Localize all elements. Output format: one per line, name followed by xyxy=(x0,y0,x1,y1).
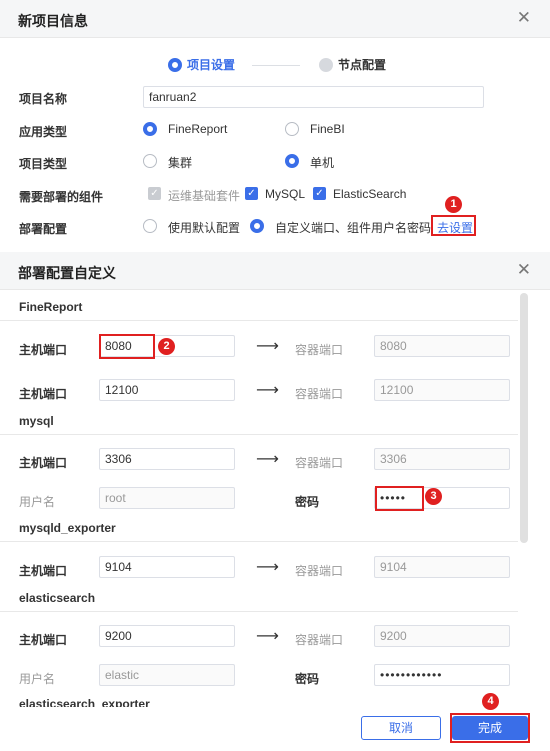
arrow-right-icon: ⟶ xyxy=(256,382,279,399)
scrollbar[interactable] xyxy=(520,293,528,543)
close-icon[interactable]: ✕ xyxy=(517,261,531,279)
deploy-dialog-title: 部署配置自定义 xyxy=(18,265,116,281)
finereport-host-port-2-input[interactable]: 12100 xyxy=(99,379,235,401)
elasticsearch-password-input[interactable]: •••••••••••• xyxy=(374,664,510,686)
section-title-mysql: mysql xyxy=(19,414,54,428)
annotation-badge-2: 2 xyxy=(158,338,175,355)
checkbox-elasticsearch-label: ElasticSearch xyxy=(333,187,407,201)
annotation-badge-3: 3 xyxy=(425,488,442,505)
deploy-config-label: 部署配置 xyxy=(19,222,68,236)
radio-finereport[interactable] xyxy=(143,122,157,136)
arrow-right-icon: ⟶ xyxy=(256,559,279,576)
deploy-dialog-header: 部署配置自定义 ✕ xyxy=(0,252,550,290)
finereport-container-port-input: 8080 xyxy=(374,335,510,357)
host-port-label: 主机端口 xyxy=(19,633,68,647)
container-port-label: 容器端口 xyxy=(295,633,344,647)
step-node-config[interactable]: 节点配置 xyxy=(319,57,399,73)
checkbox-mysql[interactable]: ✓ xyxy=(245,187,258,200)
host-port-label: 主机端口 xyxy=(19,456,68,470)
radio-finereport-label: FineReport xyxy=(168,122,228,136)
radio-cluster-label: 集群 xyxy=(168,156,193,170)
host-port-label: 主机端口 xyxy=(19,343,68,357)
elasticsearch-username-input: elastic xyxy=(99,664,235,686)
finereport-container-port-2-input: 12100 xyxy=(374,379,510,401)
project-name-input[interactable]: fanruan2 xyxy=(143,86,484,108)
container-port-label: 容器端口 xyxy=(295,343,344,357)
divider xyxy=(0,611,518,612)
radio-custom-config[interactable] xyxy=(250,219,264,233)
annotation-box-4 xyxy=(450,713,530,743)
project-name-label: 项目名称 xyxy=(19,92,68,106)
step-label: 节点配置 xyxy=(338,58,387,72)
annotation-box-3 xyxy=(375,486,424,511)
radio-default-config[interactable] xyxy=(143,219,157,233)
host-port-label: 主机端口 xyxy=(19,564,68,578)
step-inactive-dot-icon xyxy=(319,58,333,72)
elasticsearch-container-port-input: 9200 xyxy=(374,625,510,647)
step-label: 项目设置 xyxy=(187,58,236,72)
cancel-button[interactable]: 取消 xyxy=(361,716,441,740)
dialog-title: 新项目信息 xyxy=(18,13,88,29)
arrow-right-icon: ⟶ xyxy=(256,338,279,355)
mysql-container-port-input: 3306 xyxy=(374,448,510,470)
annotation-badge-1: 1 xyxy=(445,196,462,213)
container-port-label: 容器端口 xyxy=(295,387,344,401)
elasticsearch-host-port-input[interactable]: 9200 xyxy=(99,625,235,647)
app-type-label: 应用类型 xyxy=(19,125,68,139)
container-port-label: 容器端口 xyxy=(295,456,344,470)
goto-settings-link[interactable]: 去设置 xyxy=(437,219,473,236)
username-label: 用户名 xyxy=(19,495,56,509)
section-title-elasticsearch: elasticsearch xyxy=(19,591,96,605)
radio-finebi-label: FineBI xyxy=(310,122,345,136)
password-label: 密码 xyxy=(295,672,320,686)
checkbox-mysql-label: MySQL xyxy=(265,187,306,201)
checkbox-ops-suite: ✓ xyxy=(148,187,161,200)
step-connector xyxy=(252,65,300,66)
close-icon[interactable]: ✕ xyxy=(517,9,531,27)
radio-cluster[interactable] xyxy=(143,154,157,168)
container-port-label: 容器端口 xyxy=(295,564,344,578)
host-port-label: 主机端口 xyxy=(19,387,68,401)
section-title-finereport: FineReport xyxy=(19,300,83,314)
password-label: 密码 xyxy=(295,495,320,509)
arrow-right-icon: ⟶ xyxy=(256,451,279,468)
step-project-settings[interactable]: 项目设置 xyxy=(168,57,248,73)
section-title-mysqld-exporter: mysqld_exporter xyxy=(19,521,116,535)
radio-standalone-label: 单机 xyxy=(310,156,335,170)
divider xyxy=(0,541,518,542)
arrow-right-icon: ⟶ xyxy=(256,628,279,645)
radio-finebi[interactable] xyxy=(285,122,299,136)
mysqld-exporter-container-port-input: 9104 xyxy=(374,556,510,578)
annotation-badge-4: 4 xyxy=(482,693,499,710)
username-label: 用户名 xyxy=(19,672,56,686)
divider xyxy=(0,434,518,435)
radio-standalone[interactable] xyxy=(285,154,299,168)
step-active-dot-icon xyxy=(168,58,182,72)
annotation-box-2 xyxy=(99,334,155,359)
mysql-username-input: root xyxy=(99,487,235,509)
dialog-header: 新项目信息 ✕ xyxy=(0,0,550,38)
radio-custom-config-label: 自定义端口、组件用户名密码 xyxy=(275,221,432,235)
checkbox-ops-suite-label: 运维基础套件 xyxy=(168,189,241,203)
mysqld-exporter-host-port-input[interactable]: 9104 xyxy=(99,556,235,578)
checkbox-elasticsearch[interactable]: ✓ xyxy=(313,187,326,200)
divider xyxy=(0,320,518,321)
mysql-host-port-input[interactable]: 3306 xyxy=(99,448,235,470)
components-label: 需要部署的组件 xyxy=(19,190,104,204)
project-type-label: 项目类型 xyxy=(19,157,68,171)
radio-default-config-label: 使用默认配置 xyxy=(168,221,241,235)
